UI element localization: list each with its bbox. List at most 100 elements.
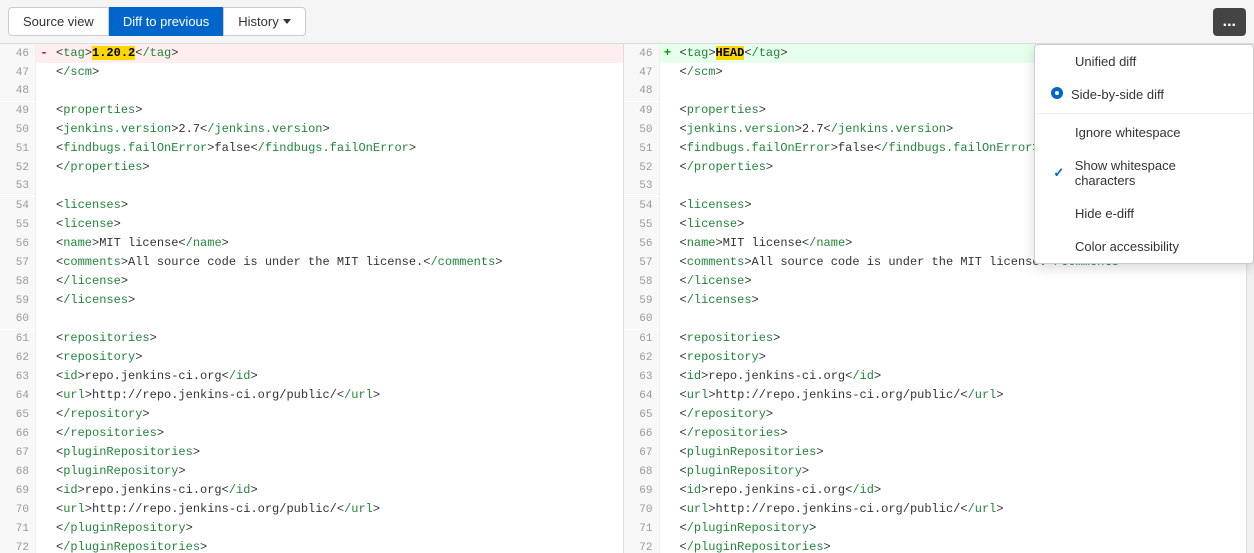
line-number: 67 xyxy=(624,444,660,463)
line-content: <url>http://repo.jenkins-ci.org/public/<… xyxy=(52,500,380,519)
line-content: <jenkins.version>2.7</jenkins.version> xyxy=(676,120,954,139)
diff-options-dropdown: Unified diff Side-by-side diff Ignore whit… xyxy=(1034,44,1254,264)
table-row: 60 xyxy=(624,310,1247,329)
line-number: 59 xyxy=(624,292,660,311)
line-number: 66 xyxy=(624,425,660,444)
table-row: 53 xyxy=(0,177,623,196)
line-number: 56 xyxy=(624,235,660,254)
line-number: 68 xyxy=(0,463,36,482)
table-row: 64 <url>http://repo.jenkins-ci.org/publi… xyxy=(0,386,623,405)
dropdown-item-label: Side-by-side diff xyxy=(1071,87,1164,102)
dropdown-item-sidebyside[interactable]: Side-by-side diff xyxy=(1035,78,1253,111)
table-row: 63 <id>repo.jenkins-ci.org</id> xyxy=(624,367,1247,386)
dropdown-item-hide-ediff[interactable]: Hide e-diff xyxy=(1035,197,1253,230)
line-number: 57 xyxy=(624,254,660,273)
line-content: <pluginRepositories> xyxy=(676,443,824,462)
line-number: 59 xyxy=(0,292,36,311)
line-number: 51 xyxy=(624,140,660,159)
line-number: 65 xyxy=(624,406,660,425)
line-content: <id>repo.jenkins-ci.org</id> xyxy=(52,367,258,386)
table-row: 72 </pluginRepositories> xyxy=(0,538,623,553)
line-number: 51 xyxy=(0,140,36,159)
line-number: 49 xyxy=(624,102,660,121)
line-number: 70 xyxy=(0,501,36,520)
table-row: 66 </repositories> xyxy=(624,424,1247,443)
line-content: </repositories> xyxy=(676,424,788,443)
diff-container: 46- <tag>1.20.2</tag>47 </scm>4849 <prop… xyxy=(0,44,1254,553)
line-content: <id>repo.jenkins-ci.org</id> xyxy=(52,481,258,500)
table-row: 59 </licenses> xyxy=(0,291,623,310)
dropdown-item-label: Ignore whitespace xyxy=(1075,125,1181,140)
table-row: 58 </license> xyxy=(624,272,1247,291)
table-row: 70 <url>http://repo.jenkins-ci.org/publi… xyxy=(0,500,623,519)
line-number: 60 xyxy=(0,310,36,329)
diff-to-previous-tab[interactable]: Diff to previous xyxy=(109,7,223,36)
dropdown-item-label: Show whitespace characters xyxy=(1075,158,1237,188)
table-row: 62 <repository> xyxy=(624,348,1247,367)
line-number: 54 xyxy=(624,197,660,216)
table-row: 64 <url>http://repo.jenkins-ci.org/publi… xyxy=(624,386,1247,405)
table-row: 61 <repositories> xyxy=(0,329,623,348)
line-content: <pluginRepository> xyxy=(52,462,186,481)
line-content: <licenses> xyxy=(676,196,752,215)
line-number: 55 xyxy=(0,216,36,235)
line-content: </licenses> xyxy=(52,291,135,310)
dropdown-item-color-access[interactable]: Color accessibility xyxy=(1035,230,1253,263)
line-content: <properties> xyxy=(52,101,142,120)
line-number: 70 xyxy=(624,501,660,520)
history-tab[interactable]: History xyxy=(223,7,305,36)
table-row: 72 </pluginRepositories> xyxy=(624,538,1247,553)
table-row: 71 </pluginRepository> xyxy=(624,519,1247,538)
table-row: 71 </pluginRepository> xyxy=(0,519,623,538)
line-content: </pluginRepositories> xyxy=(676,538,831,553)
line-content: <license> xyxy=(52,215,121,234)
table-row: 55 <license> xyxy=(0,215,623,234)
table-row: 52 </properties> xyxy=(0,158,623,177)
source-view-tab[interactable]: Source view xyxy=(8,7,109,36)
line-content: <license> xyxy=(676,215,745,234)
line-number: 53 xyxy=(624,177,660,196)
table-row: 68 <pluginRepository> xyxy=(624,462,1247,481)
line-number: 71 xyxy=(624,520,660,539)
line-content: <repository> xyxy=(676,348,766,367)
line-number: 48 xyxy=(0,82,36,101)
line-number: 64 xyxy=(624,387,660,406)
more-options-button[interactable]: ... xyxy=(1213,8,1246,36)
table-row: 56 <name>MIT license</name> xyxy=(0,234,623,253)
line-content: <url>http://repo.jenkins-ci.org/public/<… xyxy=(676,386,1004,405)
dropdown-item-label: Color accessibility xyxy=(1075,239,1179,254)
line-content: </scm> xyxy=(676,63,723,82)
line-content: <jenkins.version>2.7</jenkins.version> xyxy=(52,120,330,139)
line-content: <tag>HEAD</tag> xyxy=(676,44,788,63)
line-content: <repositories> xyxy=(52,329,157,348)
line-content: </license> xyxy=(676,272,752,291)
line-number: 57 xyxy=(0,254,36,273)
table-row: 54 <licenses> xyxy=(0,196,623,215)
line-number: 46 xyxy=(0,45,36,64)
dropdown-item-ignore-ws[interactable]: Ignore whitespace xyxy=(1035,116,1253,149)
table-row: 60 xyxy=(0,310,623,329)
table-row: 65 </repository> xyxy=(624,405,1247,424)
line-sign: - xyxy=(36,44,52,63)
line-content: </licenses> xyxy=(676,291,759,310)
radio-selected-icon xyxy=(1051,87,1063,102)
dropdown-item-unified[interactable]: Unified diff xyxy=(1035,45,1253,78)
line-number: 63 xyxy=(0,368,36,387)
left-diff-pane: 46- <tag>1.20.2</tag>47 </scm>4849 <prop… xyxy=(0,44,623,553)
line-content: <licenses> xyxy=(52,196,128,215)
line-content: <repositories> xyxy=(676,329,781,348)
table-row: 58 </license> xyxy=(0,272,623,291)
line-content: </pluginRepository> xyxy=(52,519,193,538)
line-content: </pluginRepository> xyxy=(676,519,817,538)
table-row: 47 </scm> xyxy=(0,63,623,82)
line-content: <findbugs.failOnError>false</findbugs.fa… xyxy=(676,139,1040,158)
line-number: 60 xyxy=(624,310,660,329)
table-row: 66 </repositories> xyxy=(0,424,623,443)
line-number: 52 xyxy=(0,159,36,178)
line-sign: + xyxy=(660,44,676,63)
dropdown-item-show-ws[interactable]: ✓Show whitespace characters xyxy=(1035,149,1253,197)
line-content: <findbugs.failOnError>false</findbugs.fa… xyxy=(52,139,416,158)
line-number: 62 xyxy=(0,349,36,368)
line-number: 68 xyxy=(624,463,660,482)
line-number: 61 xyxy=(0,330,36,349)
